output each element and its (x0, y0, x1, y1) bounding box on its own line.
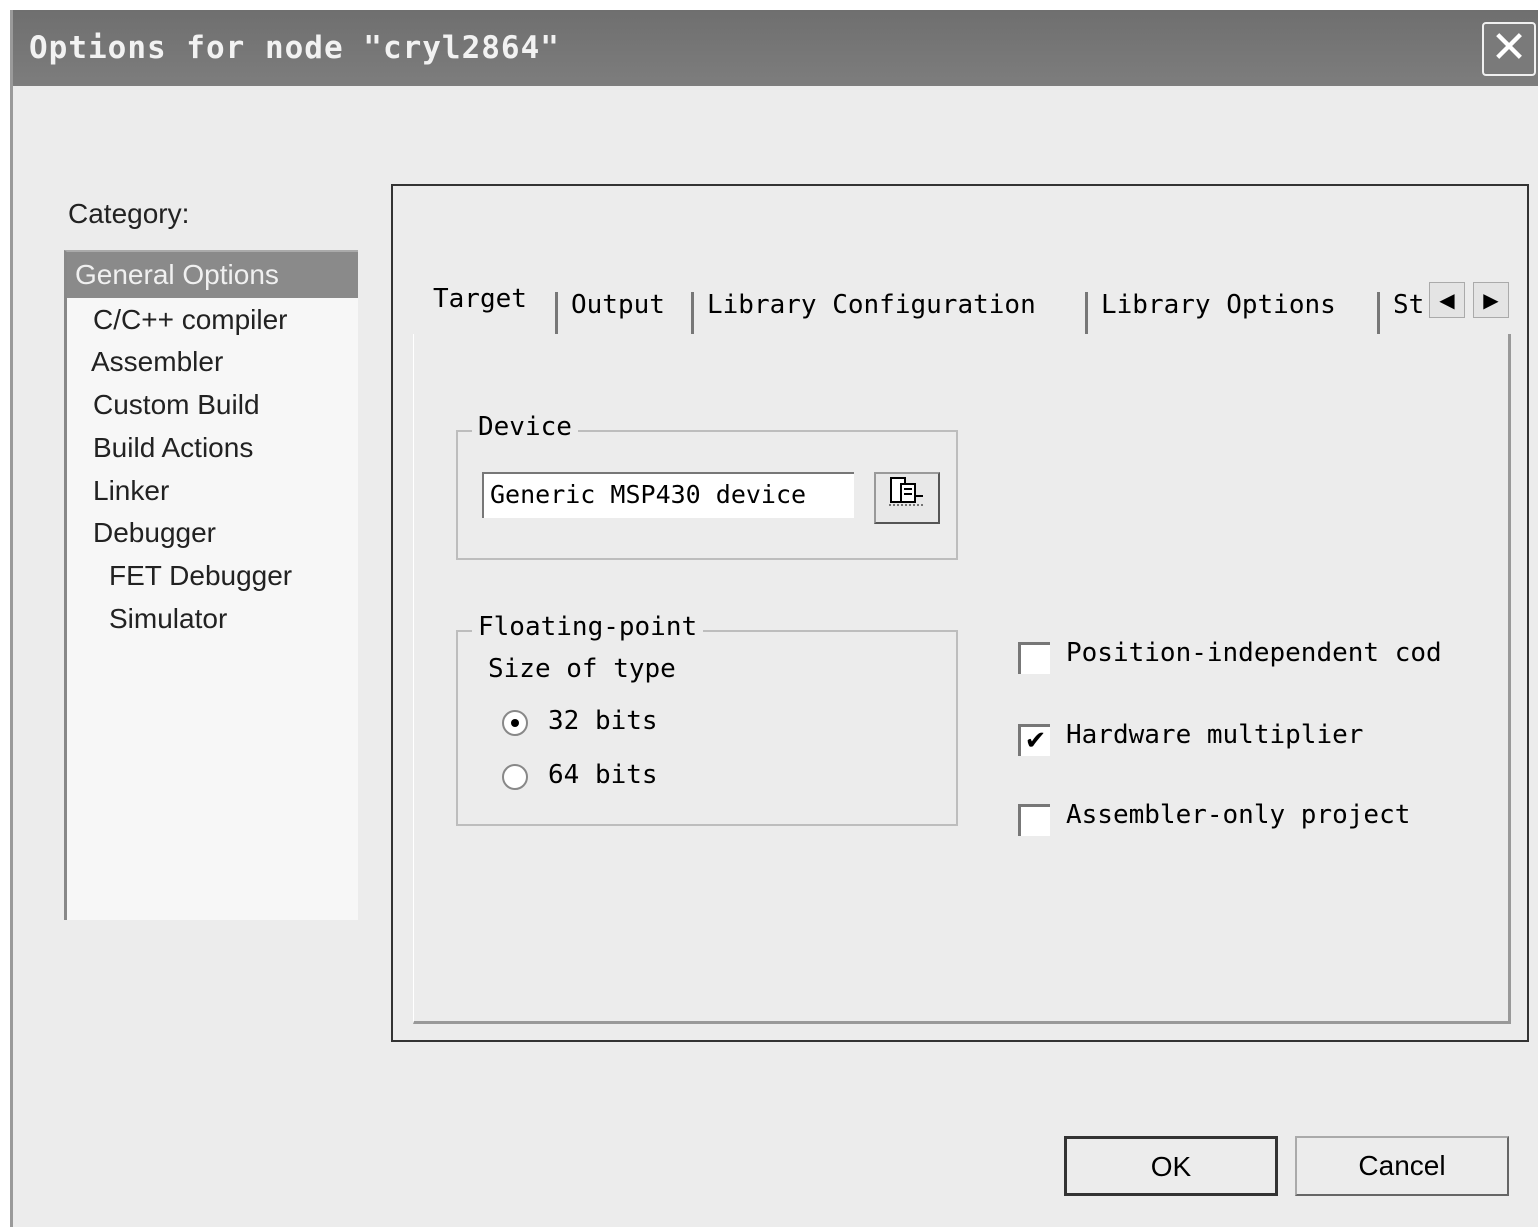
assembler-only-checkbox[interactable] (1018, 804, 1050, 836)
checkmark-icon: ✔ (1024, 725, 1047, 755)
options-dialog: Options for node "cryl2864" ✕ Category: … (10, 10, 1538, 1227)
radio-64-bits[interactable] (502, 764, 528, 790)
close-button[interactable]: ✕ (1482, 22, 1536, 76)
size-of-type-label: Size of type (488, 654, 676, 684)
hardware-multiplier-checkbox[interactable]: ✔ (1018, 724, 1050, 756)
cancel-button[interactable]: Cancel (1295, 1136, 1509, 1196)
tab-scroll-right-icon[interactable]: ▶ (1473, 282, 1509, 318)
category-item-linker[interactable]: Linker (93, 475, 169, 507)
category-item-assembler[interactable]: Assembler (91, 346, 223, 378)
category-item-build-actions[interactable]: Build Actions (93, 432, 253, 464)
tab-library-options[interactable]: Library Options (1101, 290, 1336, 320)
ok-button[interactable]: OK (1064, 1136, 1278, 1196)
window-title: Options for node "cryl2864" (29, 30, 560, 66)
assembler-only-label[interactable]: Assembler-only project (1066, 800, 1410, 830)
tab-separator (1377, 292, 1380, 334)
category-item-c-compiler[interactable]: C/C++ compiler (93, 304, 288, 336)
tab-page-target: Device Generic MSP430 device Floating-po… (413, 334, 1511, 1024)
tab-separator (555, 292, 558, 334)
position-independent-checkbox[interactable] (1018, 642, 1050, 674)
tab-target[interactable]: Target (433, 284, 527, 314)
category-item-debugger[interactable]: Debugger (93, 517, 216, 549)
device-group: Device Generic MSP430 device (456, 412, 958, 560)
radio-32-bits-label[interactable]: 32 bits (548, 706, 658, 736)
radio-32-bits[interactable] (502, 710, 528, 736)
title-bar: Options for node "cryl2864" ✕ (13, 10, 1538, 86)
floating-point-group: Floating-point Size of type 32 bits 64 b… (456, 612, 958, 826)
tab-separator (1085, 292, 1088, 334)
category-list[interactable]: General Options C/C++ compiler Assembler… (64, 250, 358, 920)
category-label: Category: (68, 198, 190, 229)
tab-stack[interactable]: St (1393, 290, 1424, 320)
category-item-custom-build[interactable]: Custom Build (93, 389, 260, 421)
tab-scroll-left-icon[interactable]: ◀ (1429, 282, 1465, 318)
radio-64-bits-label[interactable]: 64 bits (548, 760, 658, 790)
category-item-simulator[interactable]: Simulator (109, 603, 227, 635)
tab-output[interactable]: Output (571, 290, 665, 320)
close-icon: ✕ (1490, 22, 1528, 73)
tab-library-configuration[interactable]: Library Configuration (707, 290, 1036, 320)
tab-separator (691, 292, 694, 334)
category-item-fet-debugger[interactable]: FET Debugger (109, 560, 292, 592)
position-independent-label[interactable]: Position-independent cod (1066, 638, 1442, 668)
radio-selected-dot (511, 719, 519, 727)
device-group-title: Device (472, 412, 578, 442)
device-field[interactable]: Generic MSP430 device (482, 472, 854, 518)
browse-device-icon (887, 477, 927, 514)
options-panel: Target Output Library Configuration Libr… (391, 184, 1529, 1042)
floating-point-group-title: Floating-point (472, 612, 704, 642)
hardware-multiplier-label[interactable]: Hardware multiplier (1066, 720, 1363, 750)
category-item-general-options[interactable]: General Options (67, 252, 358, 298)
device-browse-button[interactable] (874, 472, 940, 524)
